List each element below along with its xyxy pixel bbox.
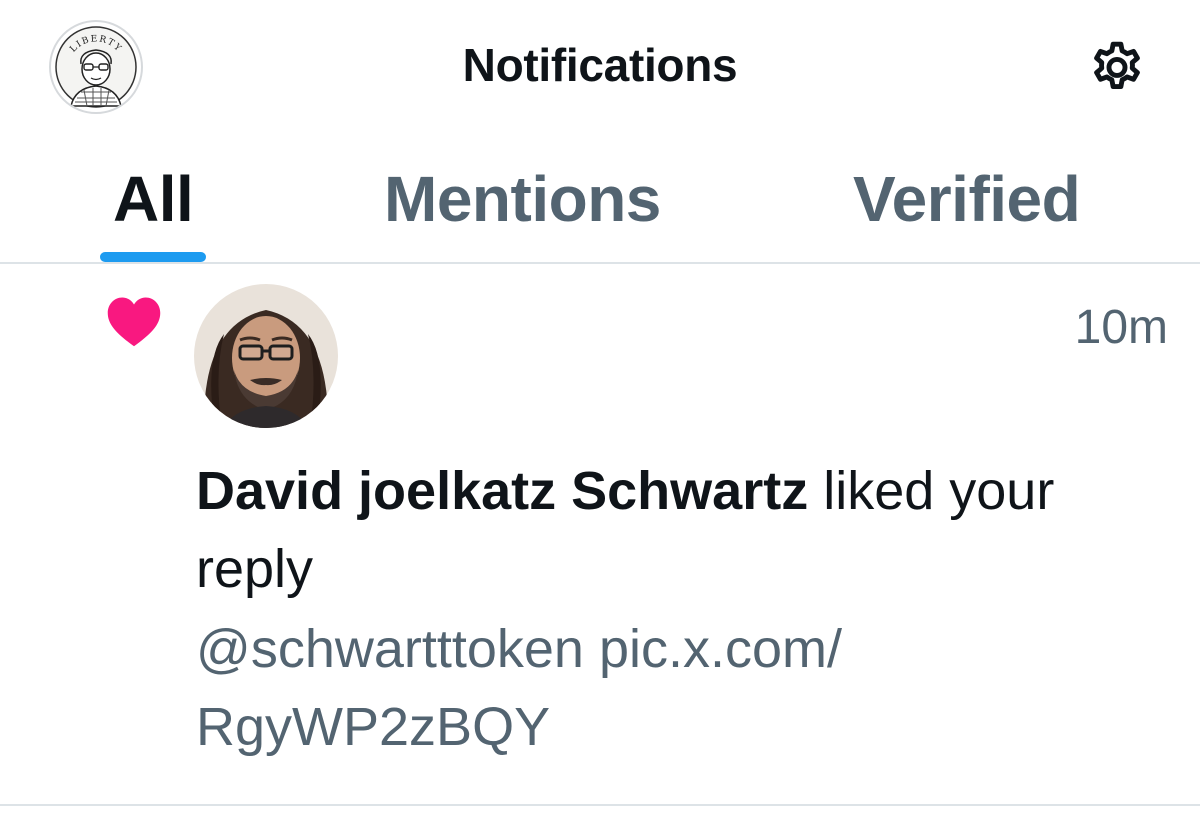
tab-all[interactable]: All — [113, 162, 194, 236]
header-bar: LIBERTY Notifications — [0, 0, 1200, 140]
notification-tabs: All Mentions Verified — [0, 140, 1200, 264]
page-title: Notifications — [462, 39, 738, 91]
settings-button[interactable] — [1082, 40, 1152, 100]
user-name-link[interactable]: David joelkatz Schwartz — [196, 461, 808, 521]
tab-verified[interactable]: Verified — [853, 162, 1081, 236]
notification-timestamp: 10m — [1074, 301, 1168, 354]
divider — [0, 804, 1200, 806]
user-photo — [194, 284, 338, 428]
active-tab-indicator — [100, 252, 206, 262]
notification-item[interactable]: 10m David joelkatz Schwartz liked your r… — [0, 264, 1200, 804]
tweet-preview-line: RgyWP2zBQY — [196, 697, 551, 757]
tweet-preview[interactable]: @schwartttoken pic.x.com/ RgyWP2zBQY — [196, 610, 1096, 766]
gear-icon — [1094, 41, 1140, 89]
tab-mentions[interactable]: Mentions — [384, 162, 661, 236]
heart-icon — [107, 297, 161, 347]
notification-text: David joelkatz Schwartz liked your reply — [196, 452, 1096, 608]
user-avatar[interactable] — [194, 284, 338, 428]
tweet-preview-line: @schwartttoken pic.x.com/ — [196, 619, 843, 679]
